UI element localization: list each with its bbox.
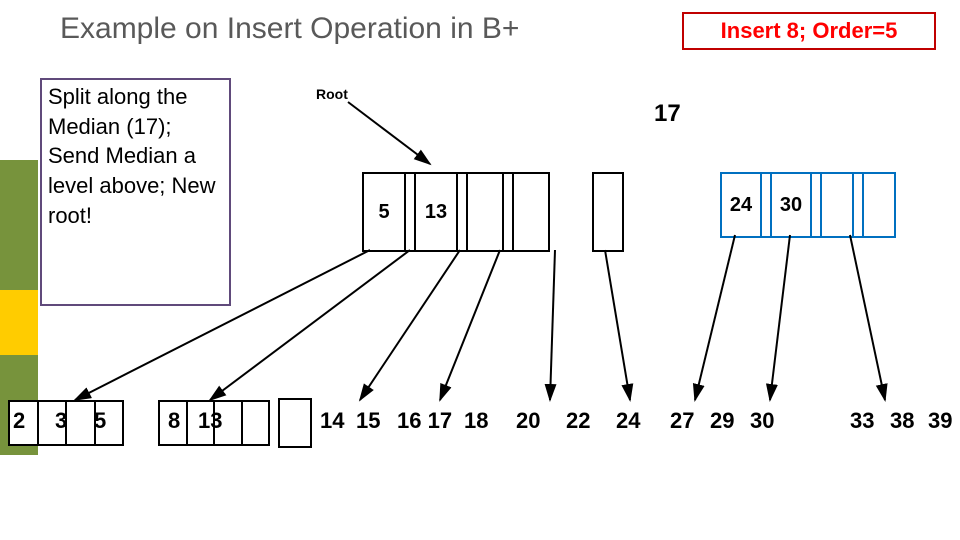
cell [514, 174, 548, 250]
leaf-5: 5 [94, 408, 106, 434]
leaf-13: 13 [198, 408, 222, 434]
insert-badge: Insert 8; Order=5 [682, 12, 936, 50]
leaf-29: 29 [710, 408, 734, 434]
leaf-38: 38 [890, 408, 914, 434]
cell: 13 [416, 174, 458, 250]
leaf-33: 33 [850, 408, 874, 434]
root-label: Root [316, 86, 348, 102]
leaf-1617: 16 17 [397, 408, 452, 434]
cell [468, 174, 504, 250]
cell-gap [762, 174, 772, 236]
slide-title: Example on Insert Operation in B+ [60, 12, 519, 46]
sidebar-stripe-b [0, 290, 38, 355]
cell [822, 174, 854, 236]
cell-gap [458, 174, 468, 250]
root-key-17: 17 [654, 100, 681, 128]
cell-gap [504, 174, 514, 250]
leaf-15: 15 [356, 408, 380, 434]
leaf-22: 22 [566, 408, 590, 434]
node-fragment-overlap [592, 172, 624, 252]
cell: 30 [772, 174, 812, 236]
cell-gap [854, 174, 864, 236]
leaf-3: 3 [55, 408, 67, 434]
leaf-18: 18 [464, 408, 488, 434]
leaf-14: 14 [320, 408, 344, 434]
leaf-39: 39 [928, 408, 952, 434]
cell [864, 174, 894, 236]
cell-gap [594, 174, 602, 250]
cell-gap [406, 174, 416, 250]
leaf-row: 2 3 5 8 13 14 15 16 17 18 20 22 24 27 29… [0, 408, 960, 448]
leaf-8: 8 [168, 408, 180, 434]
internal-node-left: 5 13 [362, 172, 550, 252]
annotation-box: Split along the Median (17); Send Median… [40, 78, 231, 306]
cell-gap [812, 174, 822, 236]
sidebar-stripe-a [0, 160, 38, 290]
cell: 24 [722, 174, 762, 236]
cell: 5 [364, 174, 406, 250]
leaf-30: 30 [750, 408, 774, 434]
internal-node-right: 24 30 [720, 172, 896, 238]
leaf-20: 20 [516, 408, 540, 434]
leaf-27: 27 [670, 408, 694, 434]
leaf-2: 2 [13, 408, 25, 434]
leaf-24: 24 [616, 408, 640, 434]
